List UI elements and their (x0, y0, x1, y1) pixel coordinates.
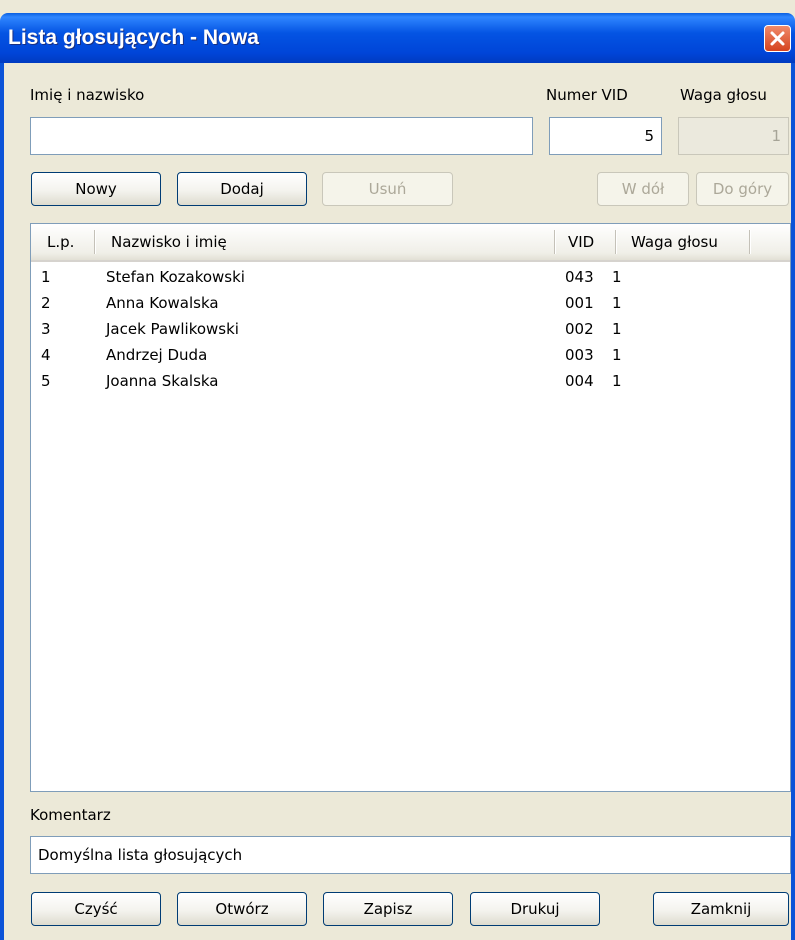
column-header-lp[interactable]: L.p. (47, 224, 74, 260)
window-title: Lista głosujących - Nowa (8, 26, 259, 49)
new-button[interactable]: Nowy (31, 172, 161, 206)
remove-button[interactable]: Usuń (322, 172, 453, 206)
cell-weight: 1 (612, 346, 622, 364)
table-row[interactable]: 1 Stefan Kozakowski 043 1 (31, 264, 790, 290)
vid-label: Numer VID (546, 86, 628, 104)
vid-input[interactable]: 5 (549, 117, 662, 155)
column-header-name[interactable]: Nazwisko i imię (111, 224, 227, 260)
cell-name: Stefan Kozakowski (106, 268, 245, 286)
table-row[interactable]: 3 Jacek Pawlikowski 002 1 (31, 316, 790, 342)
cell-name: Jacek Pawlikowski (106, 320, 239, 338)
cell-weight: 1 (612, 294, 622, 312)
cell-lp: 3 (41, 320, 51, 338)
name-label: Imię i nazwisko (30, 86, 145, 104)
column-header-weight[interactable]: Waga głosu (631, 224, 718, 260)
list-header: L.p. Nazwisko i imię VID Waga głosu (31, 224, 790, 262)
window-close-button[interactable] (764, 25, 791, 52)
table-row[interactable]: 5 Joanna Skalska 004 1 (31, 368, 790, 394)
cell-weight: 1 (612, 268, 622, 286)
cell-vid: 002 (565, 320, 594, 338)
weight-label: Waga głosu (680, 86, 767, 104)
cell-lp: 5 (41, 372, 51, 390)
column-header-vid[interactable]: VID (568, 224, 594, 260)
print-button[interactable]: Drukuj (470, 892, 600, 926)
weight-input: 1 (678, 117, 789, 155)
window-frame-right (791, 63, 795, 940)
voters-list[interactable]: L.p. Nazwisko i imię VID Waga głosu 1 Ste… (30, 223, 791, 792)
cell-vid: 004 (565, 372, 594, 390)
cell-lp: 4 (41, 346, 51, 364)
cell-lp: 2 (41, 294, 51, 312)
move-down-button[interactable]: W dół (597, 172, 689, 206)
clear-button[interactable]: Czyść (31, 892, 161, 926)
cell-vid: 043 (565, 268, 594, 286)
table-row[interactable]: 4 Andrzej Duda 003 1 (31, 342, 790, 368)
name-input[interactable] (30, 117, 533, 155)
move-up-button[interactable]: Do góry (696, 172, 789, 206)
cell-weight: 1 (612, 372, 622, 390)
comment-input[interactable]: Domyślna lista głosujących (30, 836, 791, 874)
column-separator[interactable] (615, 230, 616, 254)
column-separator[interactable] (749, 230, 750, 254)
column-separator[interactable] (554, 230, 555, 254)
table-row[interactable]: 2 Anna Kowalska 001 1 (31, 290, 790, 316)
title-bar[interactable]: Lista głosujących - Nowa (0, 13, 795, 63)
close-icon (770, 31, 785, 46)
window-frame-left (0, 63, 4, 940)
cell-vid: 001 (565, 294, 594, 312)
cell-lp: 1 (41, 268, 51, 286)
add-button[interactable]: Dodaj (177, 172, 307, 206)
save-button[interactable]: Zapisz (323, 892, 453, 926)
cell-name: Andrzej Duda (106, 346, 208, 364)
comment-label: Komentarz (30, 806, 111, 824)
open-button[interactable]: Otwórz (177, 892, 307, 926)
close-button[interactable]: Zamknij (653, 892, 789, 926)
cell-name: Joanna Skalska (106, 372, 219, 390)
cell-vid: 003 (565, 346, 594, 364)
cell-name: Anna Kowalska (106, 294, 219, 312)
cell-weight: 1 (612, 320, 622, 338)
column-separator[interactable] (94, 230, 95, 254)
